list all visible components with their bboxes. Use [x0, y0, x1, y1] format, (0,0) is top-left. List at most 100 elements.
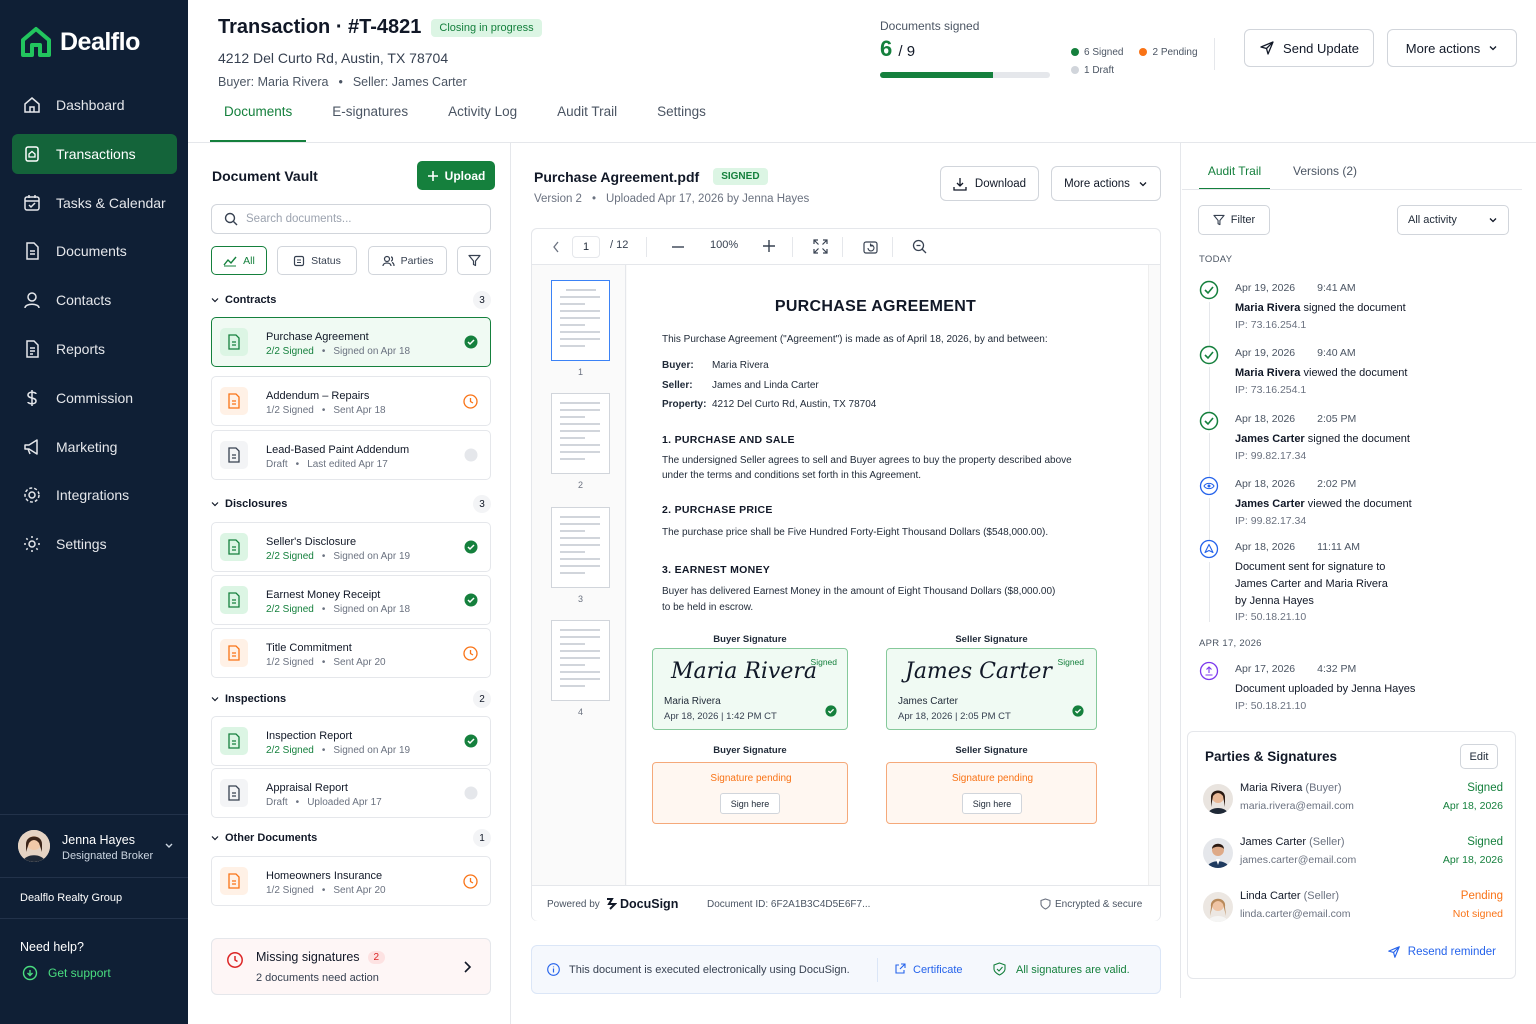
audit-event: Apr 17, 2026 4:32 PM Document uploaded by… [1199, 661, 1509, 718]
sidebar-item-dashboard[interactable]: Dashboard [12, 85, 177, 125]
document-item-inspection-report[interactable]: Inspection Report 2/2 Signed • Signed on A… [211, 716, 491, 766]
chevron-down-icon [211, 298, 219, 303]
party-row-maria[interactable]: Maria Rivera (Buyer) maria.rivera@email.… [1203, 780, 1503, 820]
filter-chip-all[interactable]: All [211, 246, 267, 275]
search-input[interactable] [246, 213, 476, 225]
document-meta: Sent Apr 20 [333, 884, 386, 896]
chevron-left-icon[interactable] [552, 241, 560, 253]
group-other-documents[interactable]: Other Documents 1 [211, 829, 491, 847]
party-name: Maria Rivera [1240, 782, 1303, 794]
event-ip: IP: 50.18.21.10 [1235, 611, 1307, 623]
sidebar-item-settings[interactable]: Settings [12, 524, 177, 564]
fullscreen-icon[interactable] [813, 239, 828, 254]
edit-parties-button[interactable]: Edit [1460, 744, 1498, 769]
divider [188, 142, 1536, 143]
document-status: 2/2 Signed [266, 744, 314, 756]
sidebar-item-transactions[interactable]: Transactions [12, 133, 177, 174]
send-circle-icon [1199, 539, 1219, 559]
event-actor: James Carter [1235, 433, 1305, 445]
certificate-link[interactable]: Certificate [913, 964, 963, 976]
pdf-toolbar: 1 / 12 100% [532, 229, 1160, 265]
chevron-down-icon[interactable] [164, 841, 174, 851]
sign-here-button[interactable]: Sign here [962, 793, 1022, 814]
page-input[interactable]: 1 [572, 236, 600, 258]
upload-button[interactable]: Upload [417, 161, 495, 190]
user-menu[interactable]: Jenna Hayes Designated Broker [0, 814, 188, 878]
document-item-purchase-agreement[interactable]: Purchase Agreement 2/2 Signed • Signed on … [211, 317, 491, 367]
document-item-earnest-money[interactable]: Earnest Money Receipt 2/2 Signed • Signed … [211, 575, 491, 625]
send-update-label: Send Update [1283, 40, 1359, 56]
seller-signature-label-2: Seller Signature [955, 745, 1028, 756]
zoom-in-icon[interactable] [763, 240, 775, 252]
buyer-label: Buyer: Maria Rivera [218, 75, 329, 89]
sidebar-item-contacts[interactable]: Contacts [12, 280, 177, 320]
document-item-title-commitment[interactable]: Title Commitment 1/2 Signed • Sent Apr 20 [211, 628, 491, 678]
sidebar-item-documents[interactable]: Documents [12, 231, 177, 271]
party-row-james[interactable]: James Carter (Seller) james.carter@email… [1203, 834, 1503, 874]
doc-intro: This Purchase Agreement ("Agreement") is… [662, 334, 1048, 345]
party-row-linda[interactable]: Linda Carter (Seller) linda.carter@email… [1203, 888, 1503, 928]
send-update-button[interactable]: Send Update [1244, 29, 1374, 67]
group-contracts[interactable]: Contracts 3 [211, 291, 491, 309]
sidebar-item-reports[interactable]: Reports [12, 329, 177, 369]
logo[interactable]: Dealflo [20, 26, 140, 58]
rotate-icon[interactable] [863, 239, 878, 254]
party-role: (Buyer) [1302, 782, 1342, 794]
page-thumbnail[interactable] [551, 620, 610, 701]
event-date: Apr 18, 2026 [1235, 478, 1296, 490]
document-item-appraisal-report[interactable]: Appraisal Report Draft • Uploaded Apr 17 [211, 768, 491, 818]
shield-check-icon [993, 962, 1006, 976]
doc-property-label: Property: [662, 399, 707, 410]
group-count: 3 [473, 495, 491, 513]
activity-select[interactable]: All activity [1397, 205, 1509, 235]
pdf-uploaded: Uploaded Apr 17, 2026 by Jenna Hayes [605, 193, 810, 205]
sidebar-item-commission[interactable]: Commission [12, 378, 177, 418]
tab-audit-trail-panel[interactable]: Audit Trail [1199, 164, 1270, 190]
search-icon[interactable] [912, 239, 927, 254]
legend-row: 1 Draft [1071, 64, 1198, 76]
tab-activity-log[interactable]: Activity Log [434, 104, 531, 142]
tab-versions[interactable]: Versions (2) [1293, 164, 1357, 178]
sidebar-item-label: Integrations [56, 487, 130, 504]
filter-chip-parties[interactable]: Parties [368, 246, 447, 275]
sidebar: Dealflo Dashboard Transactions Tasks & C… [0, 0, 188, 1024]
document-item-sellers-disclosure[interactable]: Seller's Disclosure 2/2 Signed • Signed on… [211, 522, 491, 572]
download-button[interactable]: Download [940, 166, 1039, 201]
filter-funnel-button[interactable] [457, 246, 491, 275]
sidebar-item-marketing[interactable]: Marketing [12, 427, 177, 467]
sidebar-nav: Dashboard Transactions Tasks & Calendar … [12, 85, 177, 573]
page-thumbnail[interactable] [551, 393, 610, 474]
filter-chip-status[interactable]: Status [277, 246, 357, 275]
upload-label: Upload [444, 168, 486, 183]
document-item-addendum-repairs[interactable]: Addendum – Repairs 1/2 Signed • Sent Apr 1… [211, 376, 491, 426]
page-thumbnail[interactable] [551, 280, 610, 361]
party-date: Not signed [1452, 908, 1503, 920]
tab-settings[interactable]: Settings [643, 104, 720, 142]
tab-audit-trail[interactable]: Audit Trail [543, 104, 631, 142]
group-inspections[interactable]: Inspections 2 [211, 690, 491, 708]
viewer-more-actions-button[interactable]: More actions [1051, 166, 1161, 201]
page-thumbnail[interactable] [551, 507, 610, 588]
sidebar-item-tasks-calendar[interactable]: Tasks & Calendar [12, 183, 177, 223]
sign-here-button[interactable]: Sign here [720, 793, 780, 814]
tab-e-signatures[interactable]: E-signatures [318, 104, 422, 142]
thumbnail-strip: 1 2 3 4 [532, 265, 626, 885]
seller-signature-label: Seller Signature [955, 634, 1028, 645]
powered-by: Powered by [547, 899, 600, 910]
resend-reminder-link[interactable]: Resend reminder [1387, 945, 1496, 959]
zoom-out-icon[interactable] [672, 246, 684, 248]
audit-filter-button[interactable]: Filter [1198, 205, 1270, 235]
document-item-lead-paint[interactable]: Lead-Based Paint Addendum Draft • Last edi… [211, 430, 491, 480]
alarm-clock-icon [227, 952, 243, 968]
sidebar-item-integrations[interactable]: Integrations [12, 475, 177, 515]
filter-all-label: All [243, 254, 255, 267]
document-item-homeowners-insurance[interactable]: Homeowners Insurance 1/2 Signed • Sent Apr… [211, 856, 491, 906]
missing-signatures-card[interactable]: Missing signatures 2 2 documents need ac… [211, 938, 491, 995]
encrypted-label: Encrypted & secure [1055, 899, 1143, 910]
more-actions-button[interactable]: More actions [1387, 29, 1517, 67]
tab-documents[interactable]: Documents [210, 104, 307, 142]
document-id: Document ID: 6F2A1B3C4D5E6F7... [707, 899, 871, 910]
user-role: Designated Broker [62, 849, 154, 862]
get-support-link[interactable]: Get support [22, 965, 111, 981]
group-disclosures[interactable]: Disclosures 3 [211, 495, 491, 513]
